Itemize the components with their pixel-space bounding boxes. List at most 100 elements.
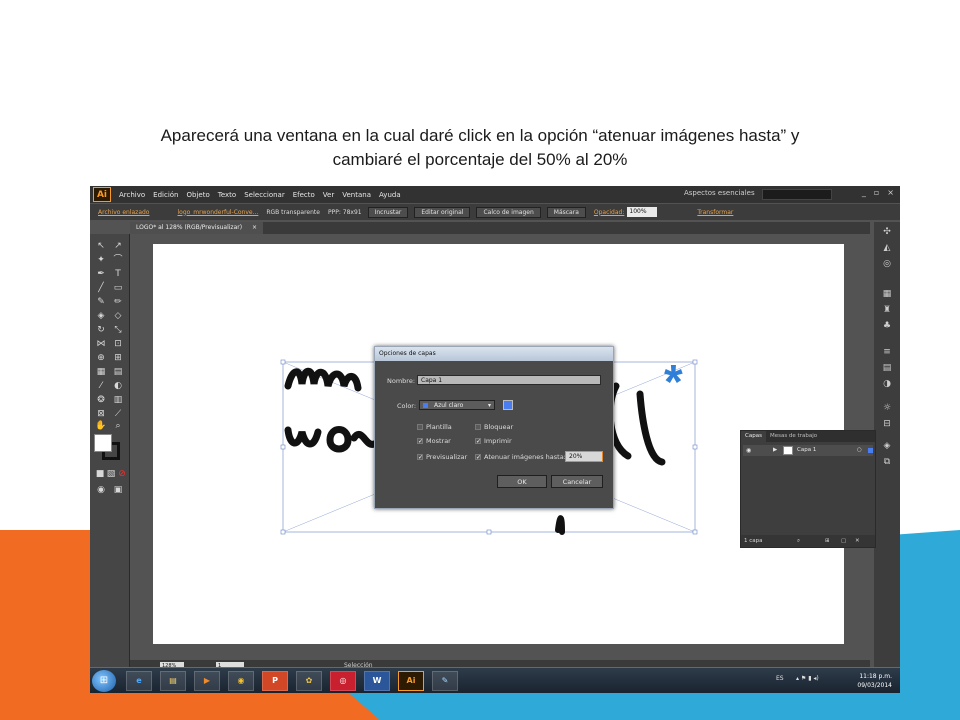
color-panel-icon[interactable]: ✣ xyxy=(881,226,893,238)
taskbar-illustrator-icon[interactable]: Ai xyxy=(398,671,424,691)
direct-selection-tool-icon[interactable]: ↗ xyxy=(112,240,124,252)
bbox-handle[interactable] xyxy=(280,529,286,535)
cancel-button[interactable]: Cancelar xyxy=(551,475,603,488)
bbox-handle[interactable] xyxy=(692,444,698,450)
new-sublayer-icon[interactable]: ⊞ xyxy=(825,535,830,547)
filename-link[interactable]: logo_mrwonderful-Conve... xyxy=(177,209,258,216)
bbox-handle[interactable] xyxy=(280,444,286,450)
taskbar-powerpoint-icon[interactable]: P xyxy=(262,671,288,691)
tab-artboards[interactable]: Mesas de trabajo xyxy=(766,431,821,442)
color-chip-button[interactable] xyxy=(503,400,513,410)
selection-tool-icon[interactable]: ↖ xyxy=(95,240,107,252)
tab-layers[interactable]: Capas xyxy=(741,431,766,442)
mask-button[interactable]: Máscara xyxy=(546,206,586,218)
transparency-panel-icon[interactable]: ◑ xyxy=(881,378,893,390)
color-select[interactable]: Azul claro ▾ xyxy=(419,400,495,410)
shape-builder-tool-icon[interactable]: ⊕ xyxy=(95,352,107,364)
rotate-tool-icon[interactable]: ↻ xyxy=(95,324,107,336)
new-layer-icon[interactable]: ▢ xyxy=(841,535,846,547)
zoom-tool-icon[interactable]: ⌕ xyxy=(112,420,124,432)
workspace-switcher[interactable]: Aspectos esenciales xyxy=(684,189,774,197)
opacity-input[interactable]: 100% xyxy=(627,207,658,217)
ok-button[interactable]: OK xyxy=(497,475,547,488)
taskbar-creative-cloud-icon[interactable]: ◎ xyxy=(330,671,356,691)
gradient-tool-icon[interactable]: ▤ xyxy=(112,366,124,378)
close-icon[interactable]: × xyxy=(887,188,894,197)
type-tool-icon[interactable]: T xyxy=(112,268,124,280)
minimize-icon[interactable]: _ xyxy=(862,188,866,197)
paintbrush-tool-icon[interactable]: ✎ xyxy=(95,296,107,308)
taskbar-chrome-icon[interactable]: ◉ xyxy=(228,671,254,691)
brushes-panel-icon[interactable]: ▦ xyxy=(881,288,893,300)
search-icon[interactable]: ⌕ xyxy=(797,535,800,547)
trash-icon[interactable]: ✕ xyxy=(855,535,860,547)
lasso-tool-icon[interactable]: ⌒ xyxy=(112,254,124,266)
bbox-handle[interactable] xyxy=(692,359,698,365)
menu-objeto[interactable]: Objeto xyxy=(187,191,210,199)
bbox-handle[interactable] xyxy=(280,359,286,365)
slice-tool-icon[interactable]: ⟋ xyxy=(112,408,124,420)
menu-seleccionar[interactable]: Seleccionar xyxy=(244,191,285,199)
dim-images-percent-input[interactable]: 20% xyxy=(565,451,603,462)
tray-icons[interactable]: ▴ ⚑ ▮ ◂) xyxy=(796,675,819,682)
taskbar-ie-icon[interactable]: e xyxy=(126,671,152,691)
menu-texto[interactable]: Texto xyxy=(218,191,236,199)
print-checkbox[interactable]: ✓ Imprimir xyxy=(475,437,512,445)
layer-name-input[interactable]: Capa 1 xyxy=(417,375,601,385)
language-indicator[interactable]: ES xyxy=(776,675,784,682)
appearance-panel-icon[interactable]: ☼ xyxy=(881,402,893,414)
template-checkbox[interactable]: Plantilla xyxy=(417,423,452,431)
expand-arrow-icon[interactable]: ▶ xyxy=(773,445,777,456)
symbol-sprayer-tool-icon[interactable]: ❂ xyxy=(95,394,107,406)
taskbar-explorer-icon[interactable]: ▤ xyxy=(160,671,186,691)
symbols-panel-icon[interactable]: ♜ xyxy=(881,304,893,316)
lock-checkbox[interactable]: Bloquear xyxy=(475,423,513,431)
opacity-label[interactable]: Opacidad: xyxy=(594,209,625,216)
maximize-icon[interactable]: ▫ xyxy=(874,188,879,197)
menu-ayuda[interactable]: Ayuda xyxy=(379,191,401,199)
embed-button[interactable]: Incrustar xyxy=(367,206,409,218)
color-guide-icon[interactable]: ◭ xyxy=(881,242,893,254)
search-input[interactable] xyxy=(762,189,832,200)
linked-file-link[interactable]: Archivo enlazado xyxy=(98,209,149,216)
layers-panel-icon[interactable]: ◈ xyxy=(881,440,893,452)
tab-close-icon[interactable]: × xyxy=(252,224,257,231)
start-button-icon[interactable]: ⊞ xyxy=(92,670,116,692)
screen-mode-icon[interactable]: ▣ xyxy=(112,484,124,496)
graphic-styles-icon[interactable]: ♣ xyxy=(881,320,893,332)
mesh-tool-icon[interactable]: ▦ xyxy=(95,366,107,378)
align-panel-icon[interactable]: ⊟ xyxy=(881,418,893,430)
artboards-panel-icon[interactable]: ⧉ xyxy=(881,456,893,468)
menu-ver[interactable]: Ver xyxy=(323,191,334,199)
menu-archivo[interactable]: Archivo xyxy=(119,191,145,199)
hand-tool-icon[interactable]: ✋ xyxy=(95,420,107,432)
eyedropper-tool-icon[interactable]: ⁄ xyxy=(95,380,107,392)
menu-edicion[interactable]: Edición xyxy=(153,191,178,199)
bbox-handle[interactable] xyxy=(692,529,698,535)
none-mode-icon[interactable]: ⊘ xyxy=(116,468,128,480)
taskbar-media-icon[interactable]: ▶ xyxy=(194,671,220,691)
transform-link[interactable]: Transformar xyxy=(697,209,733,216)
blob-brush-tool-icon[interactable]: ◈ xyxy=(95,310,107,322)
rectangle-tool-icon[interactable]: ▭ xyxy=(112,282,124,294)
pen-tool-icon[interactable]: ✒ xyxy=(95,268,107,280)
eraser-tool-icon[interactable]: ◇ xyxy=(112,310,124,322)
line-tool-icon[interactable]: ╱ xyxy=(95,282,107,294)
graph-tool-icon[interactable]: ▥ xyxy=(112,394,124,406)
taskbar-word-icon[interactable]: W xyxy=(364,671,390,691)
layer-row[interactable]: ◉ ▶ Capa 1 ○ xyxy=(743,445,873,456)
edit-original-button[interactable]: Editar original xyxy=(414,206,471,218)
free-transform-tool-icon[interactable]: ⊡ xyxy=(112,338,124,350)
menu-efecto[interactable]: Efecto xyxy=(293,191,315,199)
eye-icon[interactable]: ◉ xyxy=(746,445,751,456)
document-tab[interactable]: LOGO* al 128% (RGB/Previsualizar) × xyxy=(130,222,264,234)
stroke-panel-icon[interactable]: ≡ xyxy=(881,346,893,358)
preview-checkbox[interactable]: ✓ Previsualizar xyxy=(417,453,467,461)
swatches-panel-icon[interactable]: ◎ xyxy=(881,258,893,270)
magic-wand-tool-icon[interactable]: ✦ xyxy=(95,254,107,266)
image-trace-button[interactable]: Calco de imagen xyxy=(476,206,541,218)
scale-tool-icon[interactable]: ⤡ xyxy=(112,324,124,336)
taskbar-paint-icon[interactable]: ✎ xyxy=(432,671,458,691)
fill-swatch[interactable] xyxy=(94,434,112,452)
artboard-tool-icon[interactable]: ⊠ xyxy=(95,408,107,420)
